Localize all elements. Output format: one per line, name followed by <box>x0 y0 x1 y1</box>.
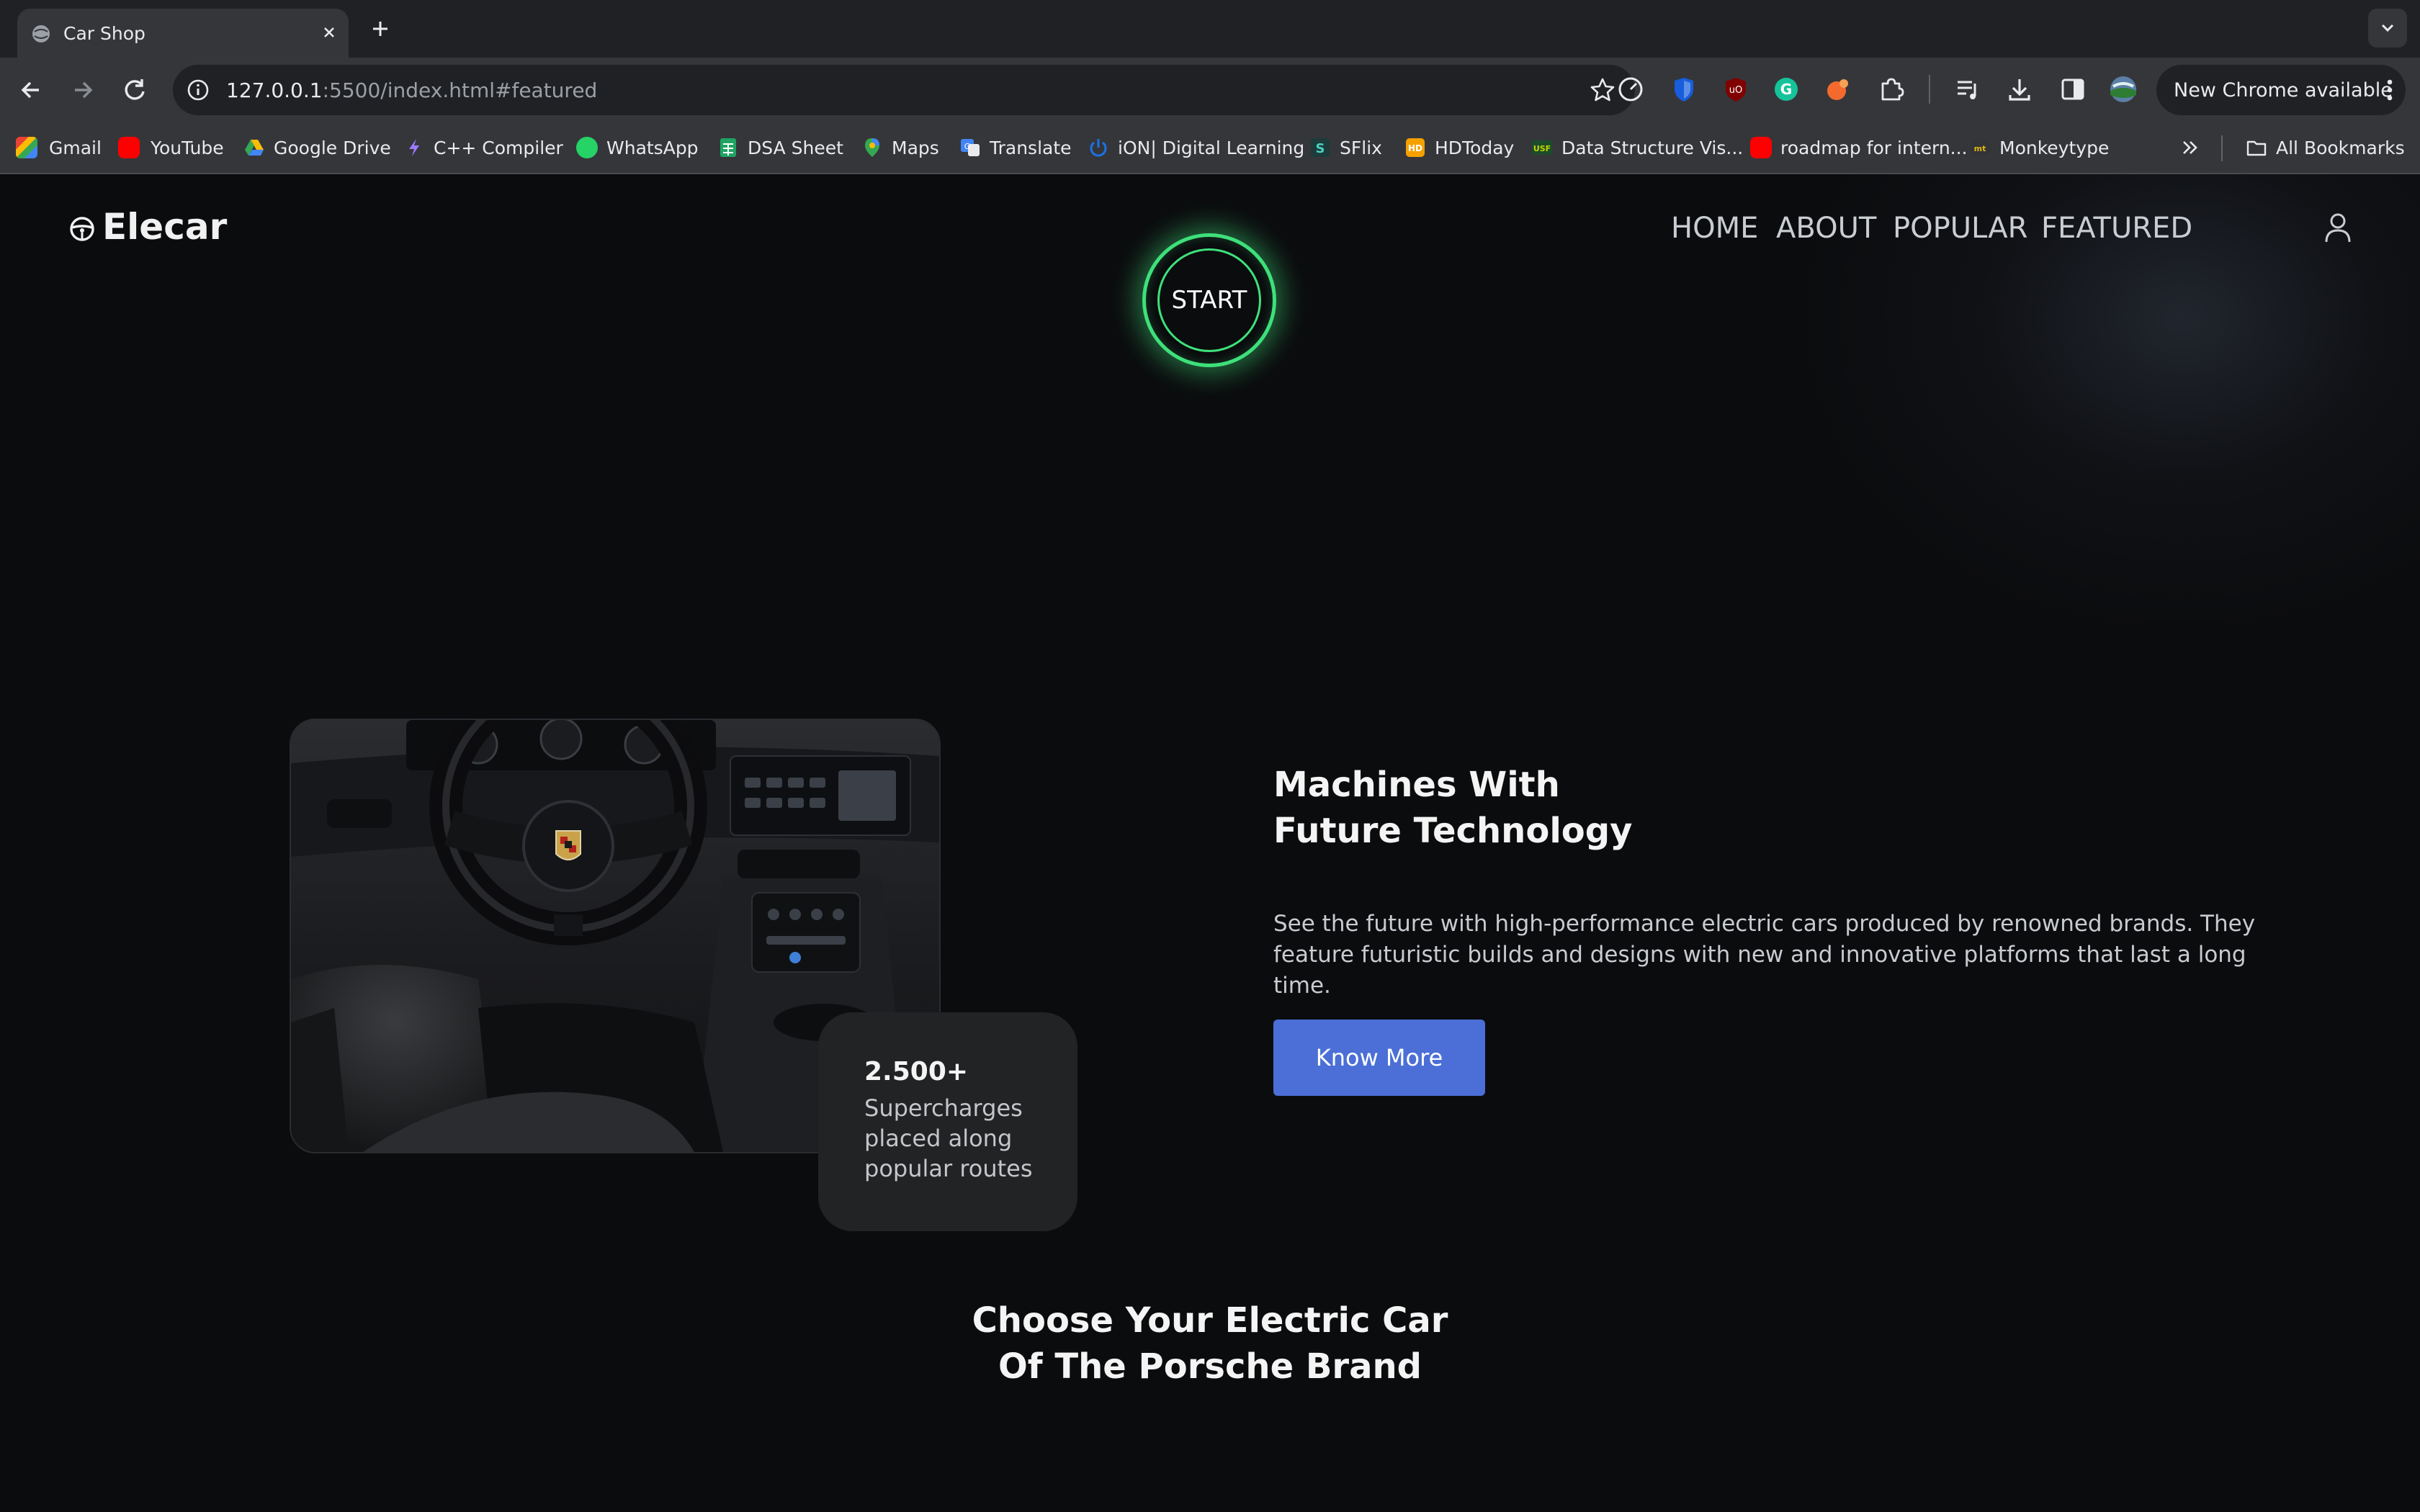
site-info-icon[interactable] <box>186 78 210 102</box>
hero-title-line2: Future Technology <box>1273 811 1633 851</box>
new-chrome-available-button[interactable]: New Chrome available <box>2156 65 2406 115</box>
bookmark-label: Monkeytype <box>1999 138 2110 158</box>
bookmark-label: Data Structure Vis... <box>1561 138 1744 158</box>
more-menu-icon[interactable] <box>2385 78 2394 102</box>
hd-icon: HD <box>1406 138 1425 157</box>
porsche-crest-icon <box>555 830 581 860</box>
sheet-icon <box>720 138 736 157</box>
close-tab-icon[interactable] <box>317 20 341 45</box>
bookmarks-divider <box>2221 135 2223 161</box>
steering-wheel-icon <box>70 217 94 241</box>
section-title: Choose Your Electric Car Of The Porsche … <box>850 1297 1570 1390</box>
bookmark-label: WhatsApp <box>606 138 699 158</box>
bookmark-label: All Bookmarks <box>2276 138 2405 158</box>
hero-description: See the future with high-performance ele… <box>1273 911 2256 999</box>
sflix-icon: S <box>1311 138 1330 157</box>
url-host: 127.0.0.1 <box>226 78 323 102</box>
url-text: 127.0.0.1:5500/index.html#featured <box>226 78 597 102</box>
bookmark-label: iON| Digital Learning <box>1118 138 1305 158</box>
reload-icon[interactable] <box>118 73 151 107</box>
usf-icon: USF <box>1532 140 1552 155</box>
drive-icon <box>245 140 264 156</box>
bitwarden-shield-icon[interactable] <box>1668 73 1700 105</box>
toolbar-divider <box>1929 75 1930 104</box>
media-controls-icon[interactable] <box>1952 73 1984 105</box>
new-tab-plus-icon[interactable] <box>366 14 395 43</box>
bolt-icon <box>409 139 419 156</box>
superchargers-stat-card: 2.500+ Supercharges placed along popular… <box>818 1012 1077 1231</box>
bookmark-label: Translate <box>990 138 1072 158</box>
user-icon[interactable] <box>2323 212 2352 245</box>
bookmark-label: Maps <box>892 138 939 158</box>
svg-text:G: G <box>964 142 971 151</box>
chevron-down-icon <box>2381 24 2394 32</box>
browser-toolbar: 127.0.0.1:5500/index.html#featured uO G <box>0 58 2420 122</box>
power-icon <box>1090 139 1107 157</box>
side-panel-icon[interactable] <box>2057 73 2089 105</box>
globe-icon <box>32 25 50 42</box>
update-label: New Chrome available <box>2174 79 2393 102</box>
address-bar[interactable]: 127.0.0.1:5500/index.html#featured <box>173 65 1635 115</box>
section-title-line1: Choose Your Electric Car <box>972 1300 1448 1341</box>
youtube-icon <box>1750 137 1772 158</box>
tab-search-button[interactable] <box>2368 9 2407 48</box>
profile-avatar-icon[interactable] <box>2107 73 2139 105</box>
bookmark-label: C++ Compiler <box>434 138 563 158</box>
stat-number: 2.500+ <box>864 1057 969 1086</box>
logo-text: Elecar <box>102 206 228 248</box>
forward-arrow-icon[interactable] <box>66 73 99 107</box>
page-viewport: Elecar HOME ABOUT POPULAR FEATURED START <box>0 174 2420 1512</box>
monkeytype-icon: mt <box>1971 140 1989 155</box>
nav-featured[interactable]: FEATURED <box>2041 212 2192 245</box>
nav-home[interactable]: HOME <box>1671 212 1758 245</box>
gmail-icon <box>16 137 37 158</box>
translate-icon: G <box>961 139 980 156</box>
download-icon[interactable] <box>2004 73 2035 105</box>
more-bookmarks-chevron-icon[interactable] <box>2178 135 2202 160</box>
back-arrow-icon[interactable] <box>14 73 48 107</box>
bookmark-label: DSA Sheet <box>748 138 843 158</box>
section-title-line2: Of The Porsche Brand <box>998 1346 1422 1387</box>
maps-icon <box>865 138 879 157</box>
orange-extension-icon[interactable] <box>1822 73 1854 105</box>
bookmarks-bar: Gmail YouTube Google Drive C++ Compiler … <box>0 122 2420 174</box>
start-label: START <box>1171 286 1247 315</box>
grammarly-icon[interactable]: G <box>1770 73 1802 105</box>
bookmark-label: Gmail <box>49 138 102 158</box>
nav-popular[interactable]: POPULAR <box>1893 212 2027 245</box>
svg-text:USF: USF <box>1533 144 1551 153</box>
know-more-button[interactable]: Know More <box>1273 1020 1485 1096</box>
whatsapp-icon <box>576 137 598 158</box>
bookmark-label: Google Drive <box>274 138 391 158</box>
ublock-origin-icon[interactable]: uO <box>1720 73 1752 105</box>
svg-text:mt: mt <box>1974 144 1986 153</box>
svg-text:G: G <box>1780 81 1792 98</box>
extensions-puzzle-icon[interactable] <box>1876 73 1907 105</box>
tab-strip: Car Shop <box>0 0 2420 58</box>
tab-title: Car Shop <box>63 23 145 44</box>
speedometer-extension-icon[interactable] <box>1615 73 1646 105</box>
start-button[interactable]: START <box>1142 233 1276 367</box>
bookmark-label: YouTube <box>151 138 224 158</box>
bookmark-label: HDToday <box>1435 138 1515 158</box>
tab-car-shop[interactable]: Car Shop <box>17 9 349 58</box>
svg-text:HD: HD <box>1408 143 1422 153</box>
hero-title: Machines With Future Technology <box>1273 762 1922 854</box>
hero-title-line1: Machines With <box>1273 765 1560 805</box>
bookmark-star-icon[interactable] <box>1589 76 1616 104</box>
svg-text:S: S <box>1316 141 1325 156</box>
stat-description: Supercharges placed along popular routes <box>864 1094 1033 1182</box>
svg-text:uO: uO <box>1729 85 1742 96</box>
url-path: :5500/index.html#featured <box>322 78 598 102</box>
bookmark-label: SFlix <box>1340 138 1382 158</box>
youtube-icon <box>118 137 140 158</box>
folder-icon <box>2246 140 2267 156</box>
nav-about[interactable]: ABOUT <box>1776 212 1876 245</box>
bookmark-label: roadmap for intern... <box>1780 138 1968 158</box>
